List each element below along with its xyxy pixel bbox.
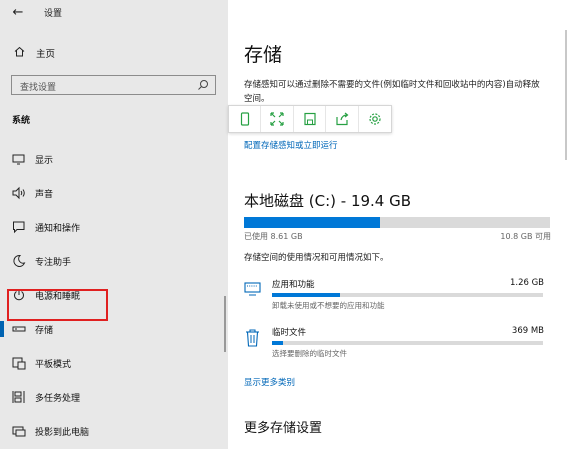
category-bar-fill [272,341,283,345]
show-more-categories-link[interactable]: 显示更多类别 [244,376,295,388]
sidebar-item-label: 通知和操作 [35,224,81,234]
back-arrow-icon[interactable]: ← [8,3,28,23]
sidebar-item-multitasking[interactable]: 多任务处理 [0,382,228,412]
sidebar-item-label: 平板模式 [35,360,72,370]
category-bar [272,293,543,297]
apps-icon [244,282,261,296]
free-space-label: 10.8 GB 可用 [500,232,551,241]
phone-icon[interactable] [229,106,262,132]
gear-icon[interactable] [359,106,391,132]
page-title: 存储 [244,44,283,66]
storage-icon [12,326,26,332]
search-input[interactable]: 查找设置 [11,75,216,95]
category-bar [272,341,543,345]
sidebar-item-notifications[interactable]: 通知和操作 [0,212,228,242]
disk-usage-fill [244,217,380,228]
project-icon [12,426,26,437]
category-size: 369 MB [511,326,544,336]
more-storage-settings-heading: 更多存储设置 [244,421,323,436]
sidebar-item-label: 专注助手 [35,258,72,268]
sidebar-item-project[interactable]: 投影到此电脑 [0,416,228,446]
configure-storage-sense-link[interactable]: 配置存储感知或立即运行 [244,139,338,151]
window-title: 设置 [44,9,63,19]
category-subtitle: 卸载未使用或不想要的应用和功能 [272,301,385,310]
main-content: 存储 存储感知可以通过删除不需要的文件(例如临时文件和回收站中的内容)自动释放空… [228,0,569,449]
search-icon [198,80,208,90]
sidebar: 主页 查找设置 系统 显示 声音 通知和操作 专注助手 电源和睡眠 存储 平板模… [0,26,228,449]
sidebar-item-focus-assist[interactable]: 专注助手 [0,246,228,276]
speaker-icon [12,186,25,200]
sidebar-item-tablet-mode[interactable]: 平板模式 [0,348,228,378]
sidebar-item-display[interactable]: 显示 [0,144,228,174]
sidebar-item-label: 主页 [36,49,56,60]
expand-icon[interactable] [261,106,294,132]
save-icon[interactable] [294,106,327,132]
search-placeholder: 查找设置 [20,83,57,93]
floating-toolbar [228,105,392,133]
highlight-annotation [7,289,108,321]
sidebar-item-label: 投影到此电脑 [35,428,90,438]
category-bar-fill [272,293,340,297]
category-name: 应用和功能 [272,280,315,290]
usage-description: 存储空间的使用情况和可用情况如下。 [244,253,389,263]
notification-icon [13,221,25,234]
sidebar-item-label: 显示 [35,156,54,166]
sidebar-item-label: 存储 [35,326,54,336]
used-space-label: 已使用 8.61 GB [244,232,303,241]
share-icon[interactable] [326,106,359,132]
multitask-icon [12,391,25,403]
main-scrollbar[interactable] [565,30,567,160]
sidebar-item-home[interactable]: 主页 [12,46,55,60]
sidebar-scrollbar[interactable] [224,296,226,352]
category-name: 临时文件 [272,328,307,338]
monitor-icon [12,154,25,165]
storage-sense-description: 存储感知可以通过删除不需要的文件(例如临时文件和回收站中的内容)自动释放空间。 [244,80,540,104]
active-indicator [0,321,4,337]
category-apps-features[interactable]: 应用和功能 1.26 GB 卸载未使用或不想要的应用和功能 [244,278,550,314]
moon-icon [13,254,26,267]
sidebar-item-label: 声音 [35,190,54,200]
home-icon [12,46,26,60]
category-subtitle: 选择要删除的临时文件 [272,349,347,358]
group-label-system: 系统 [12,116,31,126]
disk-usage-bar [244,217,550,228]
sidebar-item-label: 多任务处理 [35,394,81,404]
category-size: 1.26 GB [509,278,544,288]
trash-icon [246,329,259,347]
disk-title: 本地磁盘 (C:) - 19.4 GB [244,192,412,210]
tablet-icon [12,357,26,370]
category-temp-files[interactable]: 临时文件 369 MB 选择要删除的临时文件 [244,326,550,362]
sidebar-item-sound[interactable]: 声音 [0,178,228,208]
